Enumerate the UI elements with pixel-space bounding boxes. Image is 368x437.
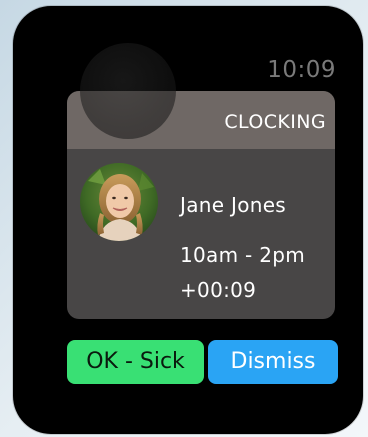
employee-name: Jane Jones (180, 193, 287, 217)
dismiss-button[interactable]: Dismiss (208, 340, 338, 384)
card-header-title: CLOCKING (224, 111, 326, 133)
employee-avatar (80, 163, 158, 241)
ok-sick-button[interactable]: OK - Sick (67, 340, 204, 384)
elapsed-time: +00:09 (180, 278, 257, 302)
avatar-photo (80, 163, 158, 241)
shift-time: 10am - 2pm (180, 243, 306, 267)
clock-time: 10:09 (267, 57, 336, 83)
decorative-circle (80, 43, 176, 139)
